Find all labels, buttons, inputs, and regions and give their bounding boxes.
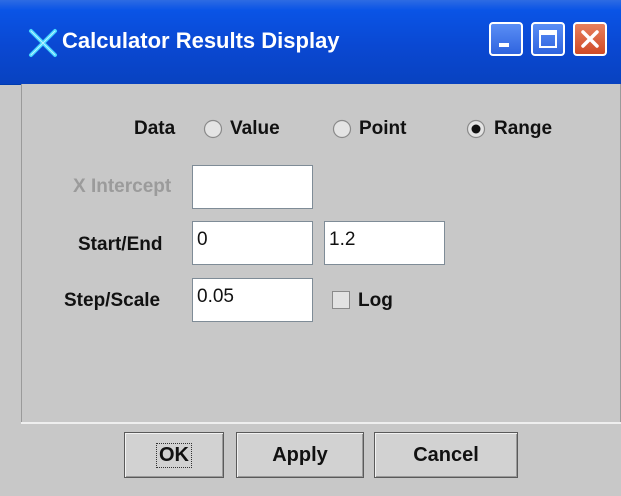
step-scale-label: Step/Scale [64,290,161,311]
ok-button[interactable]: OK [124,432,224,478]
apply-button[interactable]: Apply [236,432,364,478]
log-checkbox[interactable] [332,291,350,309]
apply-button-label: Apply [272,443,328,466]
ok-button-label: OK [156,442,192,468]
radio-range-label[interactable]: Range [494,118,552,140]
minimize-icon [499,43,509,47]
end-value: 1.2 [329,229,356,250]
data-label: Data [134,118,176,139]
step-scale-field[interactable]: 0.05 [192,278,313,322]
x-intercept-field[interactable] [192,165,313,209]
minimize-button[interactable] [489,22,523,56]
end-field[interactable]: 1.2 [324,221,445,265]
maximize-icon [539,30,557,48]
start-field[interactable]: 0 [192,221,313,265]
close-icon [581,30,599,48]
radio-point-label[interactable]: Point [359,118,407,140]
window-title: Calculator Results Display [62,28,340,53]
start-value: 0 [197,229,208,250]
x-intercept-label: X Intercept [73,176,172,197]
radio-range[interactable] [466,119,486,139]
radio-value[interactable] [203,119,223,139]
maximize-button[interactable] [531,22,565,56]
close-button[interactable] [573,22,607,56]
title-bar[interactable]: Calculator Results Display [0,0,621,85]
log-label[interactable]: Log [358,290,393,312]
panel-divider [21,422,621,424]
start-end-label: Start/End [78,234,163,255]
cancel-button[interactable]: Cancel [374,432,518,478]
radio-value-label[interactable]: Value [230,118,280,140]
radio-point[interactable] [332,119,352,139]
calculator-results-dialog: Calculator Results Display Data Value Po… [0,0,621,496]
step-scale-value: 0.05 [197,286,234,307]
x-app-icon [29,29,57,57]
cancel-button-label: Cancel [413,443,479,466]
